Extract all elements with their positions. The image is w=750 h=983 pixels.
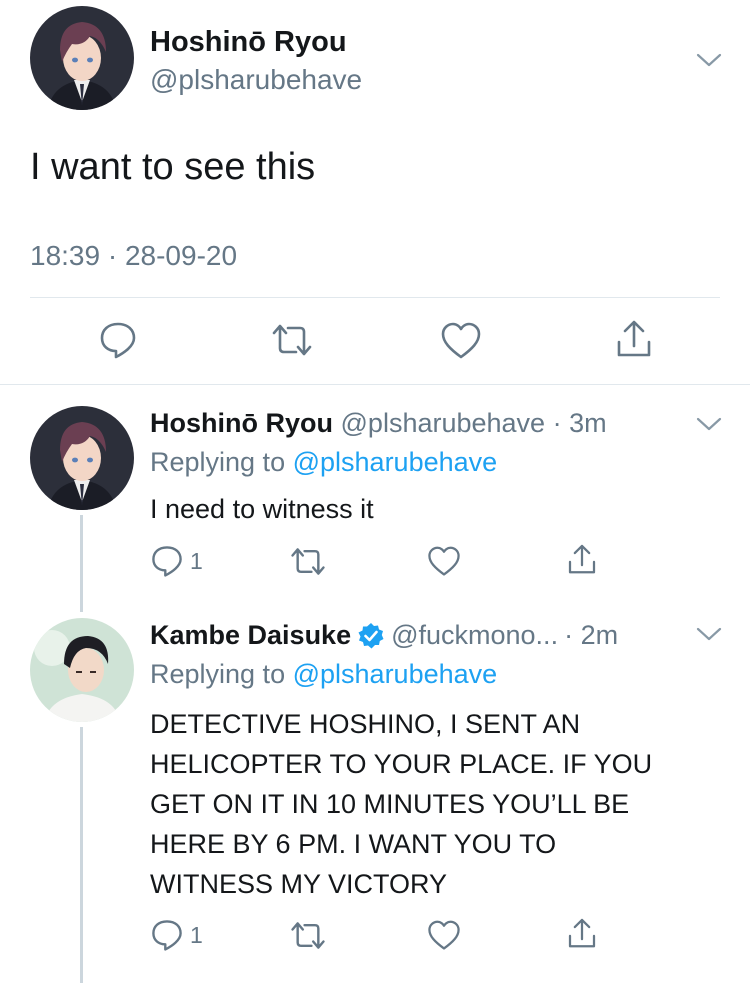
thread-line — [80, 515, 83, 612]
reply-text-line: HELICOPTER TO YOUR PLACE. IF YOU — [150, 749, 653, 779]
replying-to-prefix: Replying to — [150, 447, 286, 477]
avatar-image — [30, 618, 134, 722]
replying-to: Replying to @plsharubehave — [150, 659, 497, 690]
reply-icon[interactable] — [150, 544, 184, 578]
avatar[interactable] — [30, 6, 134, 110]
like-icon[interactable] — [427, 546, 461, 577]
author-handle[interactable]: @plsharubehave — [341, 408, 546, 438]
replying-to: Replying to @plsharubehave — [150, 447, 497, 478]
reply-count: 1 — [190, 921, 203, 948]
avatar[interactable] — [30, 618, 134, 722]
replying-to-handle[interactable]: @plsharubehave — [293, 659, 498, 689]
reply-text: I need to witness it — [150, 494, 374, 524]
author-name[interactable]: Hoshinō Ryou — [150, 408, 333, 438]
avatar-image — [30, 406, 134, 510]
author-name[interactable]: Kambe Daisuke — [150, 620, 351, 651]
thread-line — [80, 727, 83, 983]
chevron-down-icon[interactable] — [694, 414, 724, 434]
chevron-down-icon[interactable] — [694, 50, 724, 70]
author-handle[interactable]: @fuckmono... — [391, 620, 558, 651]
reply-text-line: WITNESS MY VICTORY — [150, 869, 448, 899]
tweet-text: I want to see this — [30, 146, 316, 188]
reply-header: Kambe Daisuke @fuckmono... · 2m — [150, 620, 618, 651]
reply-button[interactable]: 1 — [150, 544, 203, 578]
divider — [30, 297, 720, 298]
reply-text-line: DETECTIVE HOSHINO, I SENT AN — [150, 709, 581, 739]
reply-time: · 2m — [564, 620, 619, 650]
reply-icon[interactable] — [150, 918, 184, 952]
verified-badge-icon — [358, 622, 384, 648]
retweet-icon[interactable] — [270, 322, 314, 358]
reply-icon[interactable] — [98, 320, 138, 360]
reply-text: DETECTIVE HOSHINO, I SENT AN HELICOPTER … — [150, 704, 652, 904]
reply-count: 1 — [190, 547, 203, 574]
reply-button[interactable]: 1 — [150, 918, 203, 952]
retweet-icon[interactable] — [289, 546, 327, 577]
avatar-image — [30, 6, 134, 110]
reply-time: · 3m — [552, 408, 607, 438]
share-icon[interactable] — [566, 916, 598, 951]
author-handle[interactable]: @plsharubehave — [150, 64, 362, 96]
like-icon[interactable] — [440, 322, 482, 360]
reply-text-line: GET ON IT IN 10 MINUTES YOU’LL BE — [150, 789, 630, 819]
like-icon[interactable] — [427, 920, 461, 951]
reply-text-line: HERE BY 6 PM. I WANT YOU TO — [150, 829, 557, 859]
divider — [0, 384, 750, 385]
share-icon[interactable] — [566, 542, 598, 577]
share-icon[interactable] — [614, 318, 654, 360]
replying-to-prefix: Replying to — [150, 659, 286, 689]
tweet-timestamp: 18:39 · 28-09-20 — [30, 240, 238, 271]
retweet-icon[interactable] — [289, 920, 327, 951]
replying-to-handle[interactable]: @plsharubehave — [293, 447, 498, 477]
avatar[interactable] — [30, 406, 134, 510]
reply-header: Hoshinō Ryou @plsharubehave · 3m — [150, 408, 607, 439]
author-name[interactable]: Hoshinō Ryou — [150, 26, 347, 59]
chevron-down-icon[interactable] — [694, 624, 724, 644]
